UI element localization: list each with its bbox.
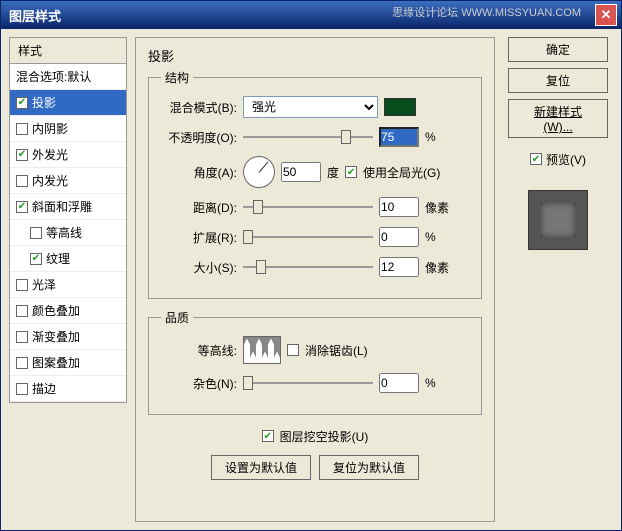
style-checkbox[interactable] [16, 175, 28, 187]
style-label: 斜面和浮雕 [32, 198, 92, 215]
global-light-checkbox[interactable]: ✔ [345, 166, 357, 178]
style-label: 图案叠加 [32, 354, 80, 371]
opacity-input[interactable] [379, 127, 419, 147]
size-label: 大小(S): [161, 259, 237, 276]
global-light-label: 使用全局光(G) [363, 164, 440, 181]
shadow-color-swatch[interactable] [384, 98, 416, 116]
percent-unit: % [425, 130, 436, 144]
knockout-label: 图层挖空投影(U) [280, 428, 369, 445]
percent-unit-3: % [425, 376, 436, 390]
cancel-button[interactable]: 复位 [508, 68, 608, 93]
style-item-11[interactable]: 描边 [10, 376, 126, 402]
panel-title: 投影 [148, 46, 482, 65]
style-item-6[interactable]: ✔ 纹理 [10, 246, 126, 272]
reset-default-button[interactable]: 复位为默认值 [319, 455, 419, 480]
make-default-button[interactable]: 设置为默认值 [211, 455, 311, 480]
style-item-7[interactable]: 光泽 [10, 272, 126, 298]
style-item-0[interactable]: ✔ 投影 [10, 90, 126, 116]
preview-checkbox[interactable]: ✔ [530, 153, 542, 165]
blend-mode-select[interactable]: 强光 [243, 96, 378, 118]
noise-slider[interactable] [243, 376, 373, 390]
style-checkbox[interactable]: ✔ [16, 149, 28, 161]
style-item-2[interactable]: ✔ 外发光 [10, 142, 126, 168]
style-item-1[interactable]: 内阴影 [10, 116, 126, 142]
content-area: 样式 混合选项:默认 ✔ 投影内阴影 ✔ 外发光内发光 ✔ 斜面和浮雕等高线 ✔ 纹理光泽颜色… [1, 29, 621, 530]
style-label: 投影 [32, 94, 56, 111]
style-label: 外发光 [32, 146, 68, 163]
distance-input[interactable] [379, 197, 419, 217]
style-checkbox[interactable]: ✔ [16, 201, 28, 213]
style-item-8[interactable]: 颜色叠加 [10, 298, 126, 324]
styles-list: 混合选项:默认 ✔ 投影内阴影 ✔ 外发光内发光 ✔ 斜面和浮雕等高线 ✔ 纹理光泽颜色叠加渐… [9, 64, 127, 403]
style-label: 内发光 [32, 172, 68, 189]
size-input[interactable] [379, 257, 419, 277]
ok-button[interactable]: 确定 [508, 37, 608, 62]
new-style-button[interactable]: 新建样式(W)... [508, 99, 608, 138]
preview-thumbnail [528, 190, 588, 250]
quality-group: 品质 等高线: 消除锯齿(L) 杂色(N): % [148, 309, 482, 415]
style-label: 等高线 [46, 224, 82, 241]
noise-input[interactable] [379, 373, 419, 393]
style-checkbox[interactable] [16, 383, 28, 395]
style-item-5[interactable]: 等高线 [10, 220, 126, 246]
spread-input[interactable] [379, 227, 419, 247]
spread-label: 扩展(R): [161, 229, 237, 246]
knockout-checkbox[interactable]: ✔ [262, 430, 274, 442]
px-unit-2: 像素 [425, 259, 449, 276]
angle-input[interactable] [281, 162, 321, 182]
size-slider[interactable] [243, 260, 373, 274]
style-checkbox[interactable] [16, 357, 28, 369]
angle-label: 角度(A): [161, 164, 237, 181]
percent-unit-2: % [425, 230, 436, 244]
distance-slider[interactable] [243, 200, 373, 214]
quality-legend: 品质 [161, 309, 193, 326]
close-button[interactable]: ✕ [595, 4, 617, 26]
spread-slider[interactable] [243, 230, 373, 244]
antialias-label: 消除锯齿(L) [305, 342, 368, 359]
style-checkbox[interactable]: ✔ [16, 97, 28, 109]
style-checkbox[interactable]: ✔ [30, 253, 42, 265]
blend-mode-label: 混合模式(B): [161, 99, 237, 116]
style-label: 渐变叠加 [32, 328, 80, 345]
style-item-10[interactable]: 图案叠加 [10, 350, 126, 376]
style-label: 纹理 [46, 250, 70, 267]
distance-label: 距离(D): [161, 199, 237, 216]
window-title: 图层样式 [9, 6, 61, 25]
style-item-3[interactable]: 内发光 [10, 168, 126, 194]
px-unit: 像素 [425, 199, 449, 216]
style-label: 光泽 [32, 276, 56, 293]
preview-label: 预览(V) [546, 151, 586, 168]
style-item-9[interactable]: 渐变叠加 [10, 324, 126, 350]
styles-sidebar: 样式 混合选项:默认 ✔ 投影内阴影 ✔ 外发光内发光 ✔ 斜面和浮雕等高线 ✔ 纹理光泽颜色… [9, 37, 127, 522]
contour-label: 等高线: [161, 342, 237, 359]
watermark: 思缘设计论坛 WWW.MISSYUAN.COM [392, 4, 581, 20]
style-checkbox[interactable] [30, 227, 42, 239]
action-buttons: 确定 复位 新建样式(W)... ✔ 预览(V) [503, 37, 613, 522]
contour-picker[interactable] [243, 336, 281, 364]
style-label: 颜色叠加 [32, 302, 80, 319]
opacity-label: 不透明度(O): [161, 129, 237, 146]
structure-group: 结构 混合模式(B): 强光 不透明度(O): % 角度(A): 度 [148, 69, 482, 299]
style-checkbox[interactable] [16, 279, 28, 291]
style-label: 描边 [32, 380, 56, 397]
opacity-slider[interactable] [243, 130, 373, 144]
layer-style-dialog: 思缘设计论坛 WWW.MISSYUAN.COM 图层样式 ✕ 样式 混合选项:默… [0, 0, 622, 531]
antialias-checkbox[interactable] [287, 344, 299, 356]
style-item-4[interactable]: ✔ 斜面和浮雕 [10, 194, 126, 220]
noise-label: 杂色(N): [161, 375, 237, 392]
style-checkbox[interactable] [16, 331, 28, 343]
degree-unit: 度 [327, 164, 339, 181]
angle-dial[interactable] [243, 156, 275, 188]
styles-header: 样式 [9, 37, 127, 64]
blend-options-label: 混合选项:默认 [16, 68, 91, 85]
style-label: 内阴影 [32, 120, 68, 137]
blend-options-row[interactable]: 混合选项:默认 [10, 64, 126, 90]
structure-legend: 结构 [161, 69, 193, 86]
style-checkbox[interactable] [16, 123, 28, 135]
effect-settings-panel: 投影 结构 混合模式(B): 强光 不透明度(O): % 角度(A): [135, 37, 495, 522]
style-checkbox[interactable] [16, 305, 28, 317]
